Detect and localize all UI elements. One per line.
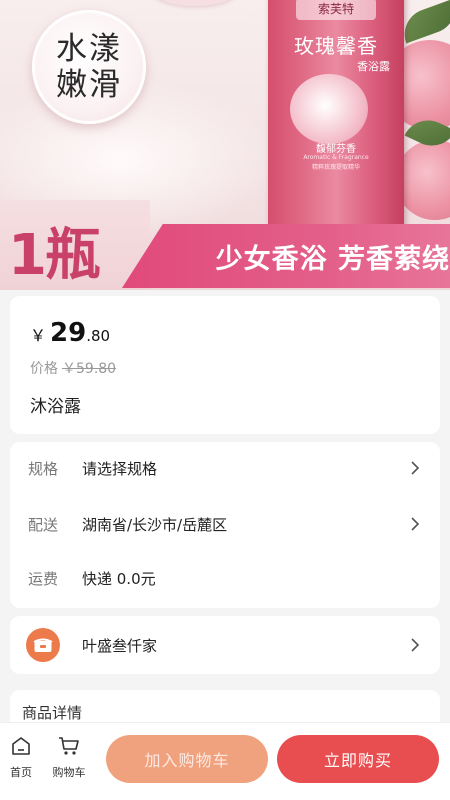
- delivery-value: 湖南省/长沙市/岳麓区: [82, 515, 228, 534]
- original-price-label: 价格: [30, 361, 58, 377]
- buy-now-button[interactable]: 立即购买: [277, 735, 439, 783]
- bottle-title: 玫瑰馨香: [294, 34, 378, 58]
- spec-label: 规格: [28, 459, 59, 478]
- price-integer: 29: [50, 318, 87, 348]
- price-decimal: .80: [86, 327, 111, 345]
- chevron-right-icon: [411, 517, 420, 531]
- spec-card: 规格 请选择规格 配送 湖南省/长沙市/岳麓区 运费 快递 0.0元: [10, 442, 440, 608]
- currency-symbol: ￥: [30, 326, 47, 345]
- bottom-action-bar: 首页 购物车 加入购物车 立即购买: [0, 722, 450, 800]
- delivery-label: 配送: [28, 515, 59, 534]
- promo-count-panel: 1瓶: [0, 200, 150, 290]
- bottle-scent-en: Aromatic & Fragrance: [303, 154, 369, 161]
- original-price-value: ￥59.80: [62, 361, 117, 377]
- product-bottle: 索芙特 玫瑰馨香 香浴露 馥郁芬香 Aromatic & Fragrance 精…: [268, 0, 404, 230]
- shop-icon: [26, 628, 60, 662]
- chevron-right-icon: [411, 461, 420, 475]
- bottle-note: 精粹玫瑰提取精华: [311, 164, 360, 171]
- promo-ribbon: 少女香浴 芳香萦绕: [122, 224, 450, 288]
- product-banner-image: 水漾 嫩滑 索芙特 玫瑰馨香 香浴露 馥郁芬香 Aromatic & Fragr…: [0, 0, 450, 290]
- shipping-value: 快递 0.0元: [82, 569, 156, 588]
- product-name: 沐浴露: [30, 397, 81, 417]
- badge-line-2: 嫩滑: [56, 67, 122, 103]
- promo-count: 1瓶: [8, 223, 101, 288]
- original-price: 价格 ￥59.80: [30, 358, 116, 378]
- price-card: ￥ 29 .80 价格 ￥59.80 沐浴露: [10, 296, 440, 434]
- details-title: 商品详情: [22, 704, 83, 722]
- home-icon: [12, 737, 30, 755]
- badge-line-1: 水漾: [56, 31, 122, 67]
- spec-row-delivery[interactable]: 配送 湖南省/长沙市/岳麓区: [10, 504, 440, 544]
- bottle-subtitle: 香浴露: [357, 60, 390, 73]
- nav-home[interactable]: 首页: [0, 735, 44, 780]
- bottle-brand: 索芙特: [296, 0, 376, 20]
- promo-slogan: 少女香浴 芳香萦绕: [215, 243, 450, 275]
- cart-icon: [59, 737, 79, 755]
- nav-cart[interactable]: 购物车: [46, 735, 92, 780]
- nav-home-label: 首页: [10, 766, 32, 779]
- add-to-cart-button[interactable]: 加入购物车: [106, 735, 268, 783]
- current-price: ￥ 29 .80: [30, 318, 110, 348]
- shop-card[interactable]: 叶盛叁仟家: [10, 616, 440, 674]
- feature-badge: 水漾 嫩滑: [32, 10, 146, 124]
- shop-name: 叶盛叁仟家: [82, 637, 158, 655]
- chevron-right-icon: [411, 638, 420, 652]
- spec-row-spec[interactable]: 规格 请选择规格: [10, 448, 440, 488]
- leaf-decoration: [397, 0, 450, 44]
- shipping-label: 运费: [28, 569, 59, 588]
- spec-value: 请选择规格: [82, 459, 158, 478]
- spec-row-shipping: 运费 快递 0.0元: [10, 558, 440, 598]
- bottle-scent: 馥郁芬香: [316, 144, 356, 155]
- nav-cart-label: 购物车: [52, 766, 86, 779]
- rose-illustration: [290, 74, 368, 144]
